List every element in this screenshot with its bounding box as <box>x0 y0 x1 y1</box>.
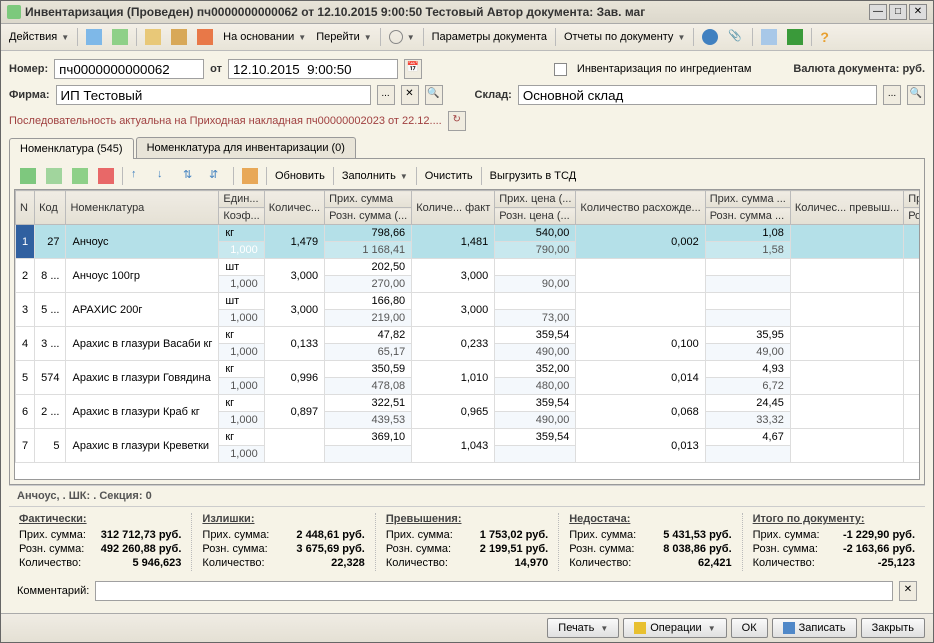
col-nomen[interactable]: Номенклатура <box>66 191 219 225</box>
col-code[interactable]: Код <box>35 191 66 225</box>
table-row[interactable]: 5574Арахис в глазури Говядинакг0,996350,… <box>16 361 921 378</box>
refresh-button[interactable]: Обновить <box>271 168 329 184</box>
col-psumover[interactable]: Прих. сумма превы... <box>904 191 920 208</box>
table-row[interactable]: 28 ...Анчоус 100гршт3,000202,503,000 <box>16 259 921 276</box>
comment-input[interactable] <box>95 581 893 601</box>
table-row[interactable]: 35 ...АРАХИС 200гшт3,000166,803,000 <box>16 293 921 310</box>
attach-icon[interactable]: 📎 <box>724 27 748 47</box>
col-qty[interactable]: Количес... <box>264 191 324 225</box>
clear-button[interactable]: Очистить <box>421 168 477 184</box>
table-row[interactable]: 127Анчоускг1,479798,661,481540,000,0021,… <box>16 225 921 242</box>
comment-clear-button[interactable]: ✕ <box>899 581 917 601</box>
minimize-button[interactable]: — <box>869 4 887 20</box>
tab-nomenclature[interactable]: Номенклатура (545) <box>9 138 134 159</box>
toolbar-icon-1[interactable] <box>82 27 106 47</box>
save-button[interactable]: Записать <box>772 618 857 638</box>
print-button[interactable]: Печать▼ <box>547 618 619 638</box>
currency-label: Валюта документа: руб. <box>793 63 925 75</box>
warehouse-search-icon[interactable]: 🔍 <box>907 85 925 105</box>
calendar-icon[interactable]: 📅 <box>404 59 422 79</box>
number-label: Номер: <box>9 63 48 75</box>
list-icon[interactable] <box>757 27 781 47</box>
firm-input[interactable] <box>56 85 371 105</box>
firm-label: Фирма: <box>9 89 50 101</box>
col-psum[interactable]: Прих. сумма <box>325 191 412 208</box>
export-tsd-button[interactable]: Выгрузить в ТСД <box>486 168 581 184</box>
excel-icon[interactable] <box>783 27 807 47</box>
goto-menu[interactable]: Перейти▼ <box>312 29 376 45</box>
col-rsumover[interactable]: Розн. сумма превы... <box>904 208 920 225</box>
warehouse-input[interactable] <box>518 85 877 105</box>
copy-row-icon[interactable] <box>42 166 66 186</box>
warehouse-select-button[interactable]: ... <box>883 85 901 105</box>
surplus-col: Излишки: Прих. сумма:2 448,61 руб. Розн.… <box>192 513 375 571</box>
col-qfact[interactable]: Количе... факт <box>412 191 495 225</box>
table-row[interactable]: 62 ...Арахис в глазури Краб кгкг0,897322… <box>16 395 921 412</box>
delete-row-icon[interactable] <box>94 166 118 186</box>
titlebar: Инвентаризация (Проведен) пч000000000006… <box>1 1 933 24</box>
main-toolbar: Действия▼ На основании▼ Перейти▼ ▼ Парам… <box>1 24 933 51</box>
sort-asc-icon[interactable]: ⇅ <box>179 166 203 186</box>
doc-col: Итого по документу: Прих. сумма:-1 229,9… <box>743 513 925 571</box>
toolbar-icon-4[interactable] <box>167 27 191 47</box>
over-col: Превышения: Прих. сумма:1 753,02 руб. Ро… <box>376 513 559 571</box>
col-koef[interactable]: Коэф... <box>219 208 264 225</box>
close-button[interactable]: ✕ <box>909 4 927 20</box>
fill-menu[interactable]: Заполнить▼ <box>338 168 412 184</box>
info-icon[interactable] <box>698 27 722 47</box>
operations-button[interactable]: Операции▼ <box>623 618 726 638</box>
tab-inventory-nomen[interactable]: Номенклатура для инвентаризации (0) <box>136 137 356 158</box>
fact-col: Фактически: Прих. сумма:312 712,73 руб. … <box>9 513 192 571</box>
maximize-button[interactable]: □ <box>889 4 907 20</box>
cancel-button[interactable]: Закрыть <box>861 618 925 638</box>
number-input[interactable] <box>54 59 204 79</box>
data-grid[interactable]: N Код Номенклатура Един... Количес... Пр… <box>14 189 920 480</box>
firm-select-button[interactable]: ... <box>377 85 395 105</box>
toolbar-icon-5[interactable] <box>193 27 217 47</box>
table-row[interactable]: 75Арахис в глазури Креветкикг369,101,043… <box>16 429 921 446</box>
table-toolbar: ↑ ↓ ⇅ ⇵ Обновить Заполнить▼ Очистить Выг… <box>14 163 920 189</box>
sequence-refresh-icon[interactable]: ↻ <box>448 111 466 131</box>
col-psum2[interactable]: Прих. сумма ... <box>705 191 790 208</box>
sequence-text: Последовательность актуальна на Приходна… <box>9 115 442 127</box>
add-row-icon[interactable] <box>16 166 40 186</box>
col-pprice[interactable]: Прих. цена (... <box>495 191 576 208</box>
table-row[interactable]: 43 ...Арахис в глазури Васаби кгкг0,1334… <box>16 327 921 344</box>
pick-icon[interactable] <box>238 166 262 186</box>
date-input[interactable] <box>228 59 398 79</box>
selection-info: Анчоус, . ШК: . Секция: 0 <box>9 485 925 506</box>
toolbar-icon-2[interactable] <box>108 27 132 47</box>
col-n[interactable]: N <box>16 191 35 225</box>
warehouse-label: Склад: <box>475 89 512 101</box>
ingredients-label: Инвентаризация по ингредиентам <box>577 63 752 75</box>
col-qdiff[interactable]: Количество расхожде... <box>576 191 705 225</box>
move-down-icon[interactable]: ↓ <box>153 166 177 186</box>
comment-label: Комментарий: <box>17 585 89 597</box>
bottom-bar: Печать▼ Операции▼ ОК Записать Закрыть <box>1 613 933 642</box>
move-up-icon[interactable]: ↑ <box>127 166 151 186</box>
app-icon <box>7 5 21 19</box>
firm-clear-button[interactable]: ✕ <box>401 85 419 105</box>
clock-icon[interactable]: ▼ <box>385 28 419 46</box>
firm-search-icon[interactable]: 🔍 <box>425 85 443 105</box>
sort-desc-icon[interactable]: ⇵ <box>205 166 229 186</box>
params-button[interactable]: Параметры документа <box>428 29 551 45</box>
based-on-menu[interactable]: На основании▼ <box>219 29 310 45</box>
col-qover[interactable]: Количес... превыш... <box>790 191 903 225</box>
toolbar-icon-3[interactable] <box>141 27 165 47</box>
col-unit[interactable]: Един... <box>219 191 264 208</box>
help-icon[interactable]: ? <box>816 27 840 47</box>
col-rsum2[interactable]: Розн. сумма ... <box>705 208 790 225</box>
actions-menu[interactable]: Действия▼ <box>5 29 73 45</box>
col-rsum[interactable]: Розн. сумма (... <box>325 208 412 225</box>
short-col: Недостача: Прих. сумма:5 431,53 руб. Роз… <box>559 513 742 571</box>
totals-panel: Фактически: Прих. сумма:312 712,73 руб. … <box>9 506 925 577</box>
ingredients-checkbox[interactable] <box>554 63 567 76</box>
edit-row-icon[interactable] <box>68 166 92 186</box>
col-rprice[interactable]: Розн. цена (... <box>495 208 576 225</box>
ok-button[interactable]: ОК <box>731 618 768 638</box>
window-title: Инвентаризация (Проведен) пч000000000006… <box>25 5 869 19</box>
reports-menu[interactable]: Отчеты по документу▼ <box>560 29 689 45</box>
from-label: от <box>210 63 222 75</box>
